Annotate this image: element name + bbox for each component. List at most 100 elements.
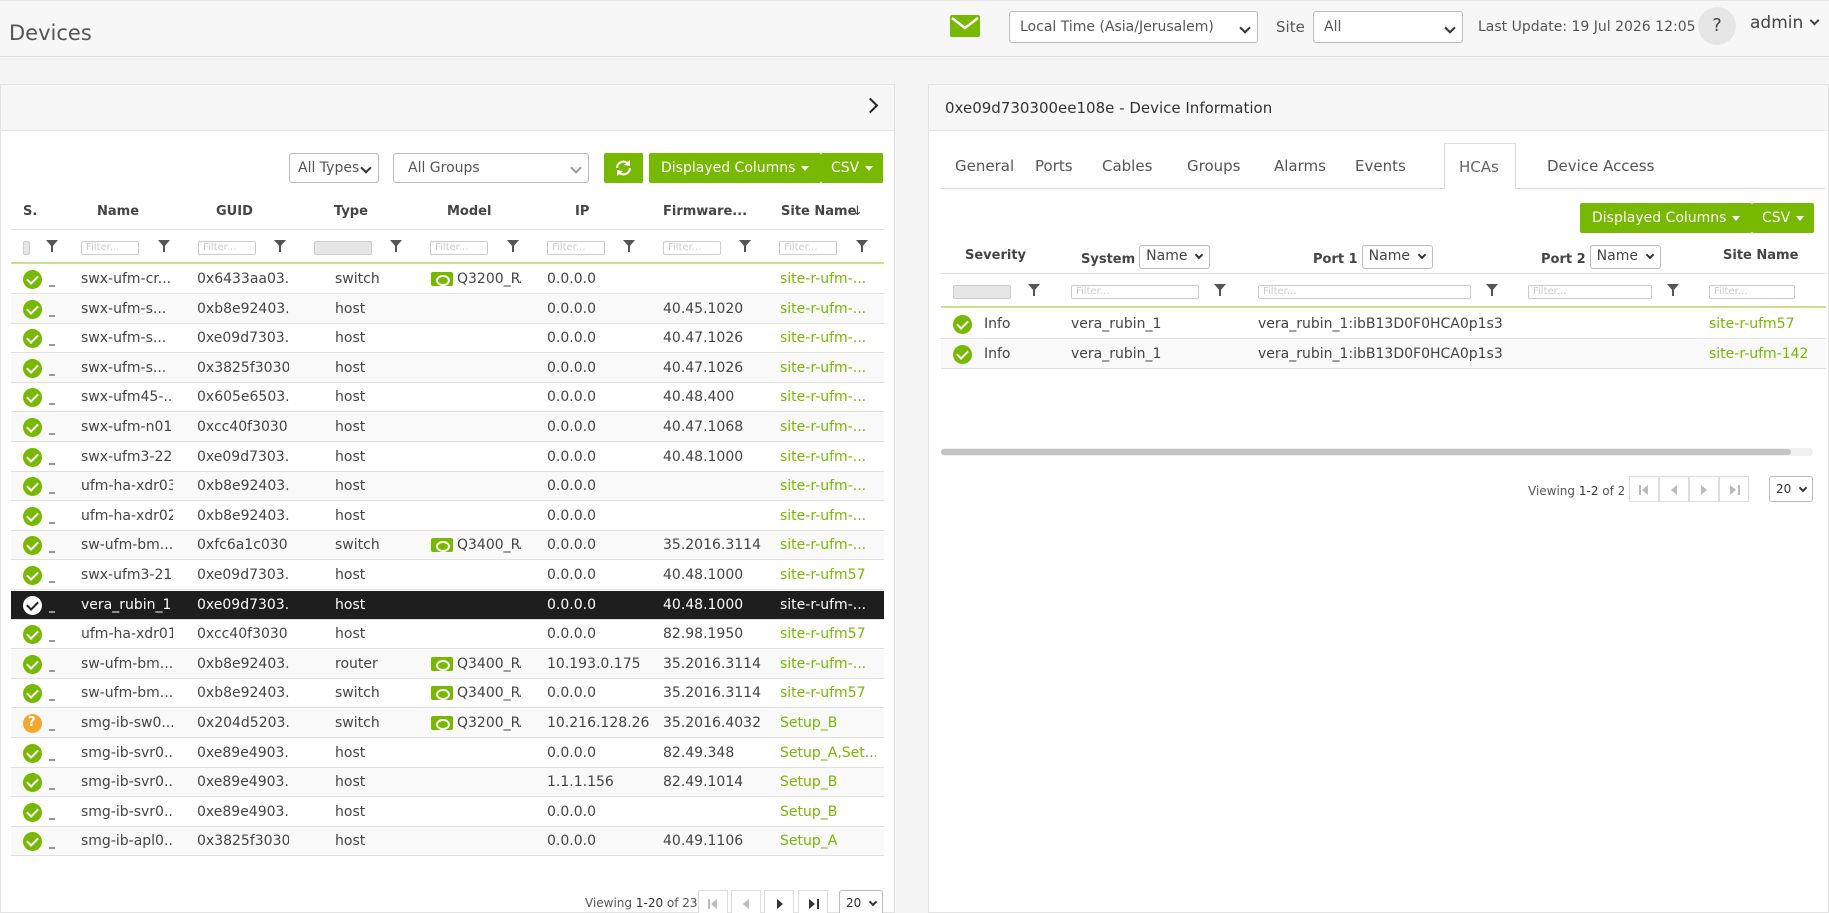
horizontal-scrollbar[interactable] — [941, 448, 1813, 456]
table-row[interactable]: sw-ufm-bm... 0xb8e92403... router Q3400_RA 1… — [11, 649, 884, 679]
cell-site[interactable]: site-r-ufm-... — [780, 389, 876, 405]
site-filter-input[interactable]: Filter... — [1709, 285, 1795, 299]
table-row[interactable]: smg-ib-svr0... 0xe89e4903... host 0.0.0.0 Se… — [11, 798, 884, 827]
filter-icon[interactable] — [158, 240, 170, 252]
table-row[interactable]: smg-ib-svr0... 0xe89e4903... host 0.0.0.0 82… — [11, 739, 884, 768]
col-firmware[interactable]: Firmware... — [663, 204, 747, 219]
table-row[interactable]: swx-ufm-s... 0xb8e92403... host 0.0.0.0 40.4… — [11, 294, 884, 324]
col-severity[interactable]: Severity — [965, 248, 1026, 263]
cell-site[interactable]: Setup_A,Set... — [780, 745, 876, 761]
table-row[interactable]: ufm-ha-xdr01 0xcc40f3030... host 0.0.0.0 82.… — [11, 620, 884, 650]
cell-site[interactable]: Setup_B — [780, 774, 876, 790]
col-type[interactable]: Type — [334, 204, 368, 219]
user-menu[interactable]: admin — [1750, 13, 1820, 33]
col-site-name[interactable]: Site Name — [1723, 248, 1798, 263]
cell-site[interactable]: site-r-ufm-... — [780, 330, 876, 346]
table-row[interactable]: swx-ufm-cr... 0x6433aa03... switch Q3200_RA… — [11, 265, 884, 294]
csv-button[interactable]: CSV — [821, 153, 884, 183]
group-filter-select[interactable]: All Groups — [393, 153, 589, 183]
col-guid[interactable]: GUID — [216, 204, 253, 219]
cell-site[interactable]: Setup_B — [780, 804, 876, 820]
hca-csv-button[interactable]: CSV — [1752, 203, 1815, 233]
mail-icon[interactable] — [950, 15, 980, 37]
model-filter-input[interactable]: Filter... — [430, 241, 488, 255]
system-name-select[interactable]: Name — [1139, 245, 1211, 269]
col-port1[interactable]: Port 1 Name — [1313, 245, 1433, 272]
tab-cables[interactable]: Cables — [1088, 143, 1166, 189]
scrollbar-thumb[interactable] — [941, 449, 1791, 455]
table-row[interactable]: swx-ufm3-21 0xe09d7303... host 0.0.0.0 40.48… — [11, 561, 884, 590]
table-row[interactable]: ufm-ha-xdr03 0xb8e92403... host 0.0.0.0 site… — [11, 472, 884, 502]
cell-site[interactable]: site-r-ufm-... — [780, 271, 876, 287]
type-filter-select[interactable]: All Types — [289, 153, 379, 183]
cell-site[interactable]: site-r-ufm57 — [780, 567, 876, 583]
filter-icon[interactable] — [623, 240, 635, 252]
cell-site[interactable]: site-r-ufm-... — [780, 597, 876, 613]
cell-site[interactable]: site-r-ufm-... — [780, 537, 876, 553]
table-row[interactable]: sw-ufm-bm... 0xfc6a1c030... switch Q3400_RA… — [11, 531, 884, 561]
filter-icon[interactable] — [856, 240, 868, 252]
cell-site[interactable]: Setup_B — [780, 715, 876, 731]
filter-icon[interactable] — [46, 240, 58, 252]
name-filter-input[interactable]: Filter... — [81, 241, 139, 255]
refresh-button[interactable] — [604, 153, 643, 183]
table-row[interactable]: swx-ufm3-22 0xe09d7303... host 0.0.0.0 40.48… — [11, 443, 884, 472]
table-row[interactable]: smg-ib-svr0... 0xe89e4903... host 1.1.1.156… — [11, 768, 884, 798]
cell-site[interactable]: site-r-ufm-... — [780, 301, 876, 317]
prev-page-button[interactable] — [1659, 476, 1689, 502]
next-page-button[interactable] — [764, 890, 794, 913]
tab-device-access[interactable]: Device Access — [1533, 143, 1668, 189]
last-page-button[interactable] — [1719, 476, 1749, 502]
tab-hcas[interactable]: HCAs — [1444, 143, 1516, 189]
next-page-button[interactable] — [1689, 476, 1719, 502]
status-filter[interactable] — [23, 241, 30, 255]
table-row[interactable]: smg-ib-sw0... 0x204d5203... switch Q3200_RA… — [11, 709, 884, 738]
tab-general[interactable]: General — [941, 143, 1028, 189]
table-row[interactable]: Info vera_rubin_1 vera_rubin_1:ibB13D0F0HC… — [941, 339, 1826, 369]
timezone-select[interactable]: Local Time (Asia/Jerusalem) — [1009, 11, 1258, 43]
table-row[interactable]: smg-ib-apl0... 0x3825f3030... host 0.0.0.0 4… — [11, 827, 884, 857]
tab-events[interactable]: Events — [1341, 143, 1420, 189]
col-system[interactable]: System Name — [1081, 245, 1211, 272]
filter-icon[interactable] — [1214, 284, 1226, 296]
cell-site[interactable]: site-r-ufm-... — [780, 449, 876, 465]
filter-icon[interactable] — [1028, 284, 1040, 296]
chevron-right-icon[interactable] — [862, 97, 879, 114]
table-row[interactable]: swx-ufm-s... 0xe09d7303... host 0.0.0.0 40.4… — [11, 324, 884, 354]
cell-site[interactable]: site-r-ufm57 — [780, 685, 876, 701]
first-page-button[interactable] — [1629, 476, 1659, 502]
filter-icon[interactable] — [1486, 284, 1498, 296]
cell-site[interactable]: site-r-ufm-... — [780, 360, 876, 376]
site-filter-input[interactable]: Filter... — [779, 241, 837, 255]
cell-site[interactable]: site-r-ufm57 — [780, 626, 876, 642]
filter-icon[interactable] — [1667, 284, 1679, 296]
filter-icon[interactable] — [507, 240, 519, 252]
hca-displayed-columns-button[interactable]: Displayed Columns — [1580, 203, 1753, 233]
col-status[interactable]: S. — [23, 204, 37, 219]
table-row[interactable]: swx-ufm-n01 0xcc40f3030... host 0.0.0.0 40.4… — [11, 413, 884, 442]
col-ip[interactable]: IP — [575, 204, 589, 219]
tab-groups[interactable]: Groups — [1173, 143, 1254, 189]
cell-site[interactable]: site-r-ufm-142 — [1709, 346, 1808, 362]
page-size-select[interactable]: 20 — [1769, 476, 1813, 502]
col-site-name[interactable]: Site Name — [781, 204, 856, 219]
first-page-button[interactable] — [698, 890, 728, 913]
port2-filter-input[interactable]: Filter... — [1528, 285, 1652, 299]
prev-page-button[interactable] — [731, 890, 761, 913]
site-select[interactable]: All — [1313, 11, 1463, 43]
port2-name-select[interactable]: Name — [1589, 245, 1661, 269]
table-row[interactable]: Info vera_rubin_1 vera_rubin_1:ibB13D0F0HC… — [941, 310, 1826, 339]
port1-filter-input[interactable]: Filter... — [1258, 285, 1471, 299]
filter-icon[interactable] — [274, 240, 286, 252]
page-size-select[interactable]: 20 — [839, 890, 883, 913]
severity-filter[interactable] — [953, 285, 1011, 299]
cell-site[interactable]: site-r-ufm-... — [780, 478, 876, 494]
tab-alarms[interactable]: Alarms — [1260, 143, 1340, 189]
col-model[interactable]: Model — [447, 204, 491, 219]
table-row[interactable]: vera_rubin_1 0xe09d7303... host 0.0.0.0 40.4… — [11, 590, 884, 620]
system-filter-input[interactable]: Filter... — [1071, 285, 1199, 299]
cell-site[interactable]: site-r-ufm-... — [780, 656, 876, 672]
sort-desc-icon[interactable]: ↓ — [852, 204, 863, 219]
tab-ports[interactable]: Ports — [1021, 143, 1087, 189]
cell-site[interactable]: Setup_A — [780, 833, 876, 849]
